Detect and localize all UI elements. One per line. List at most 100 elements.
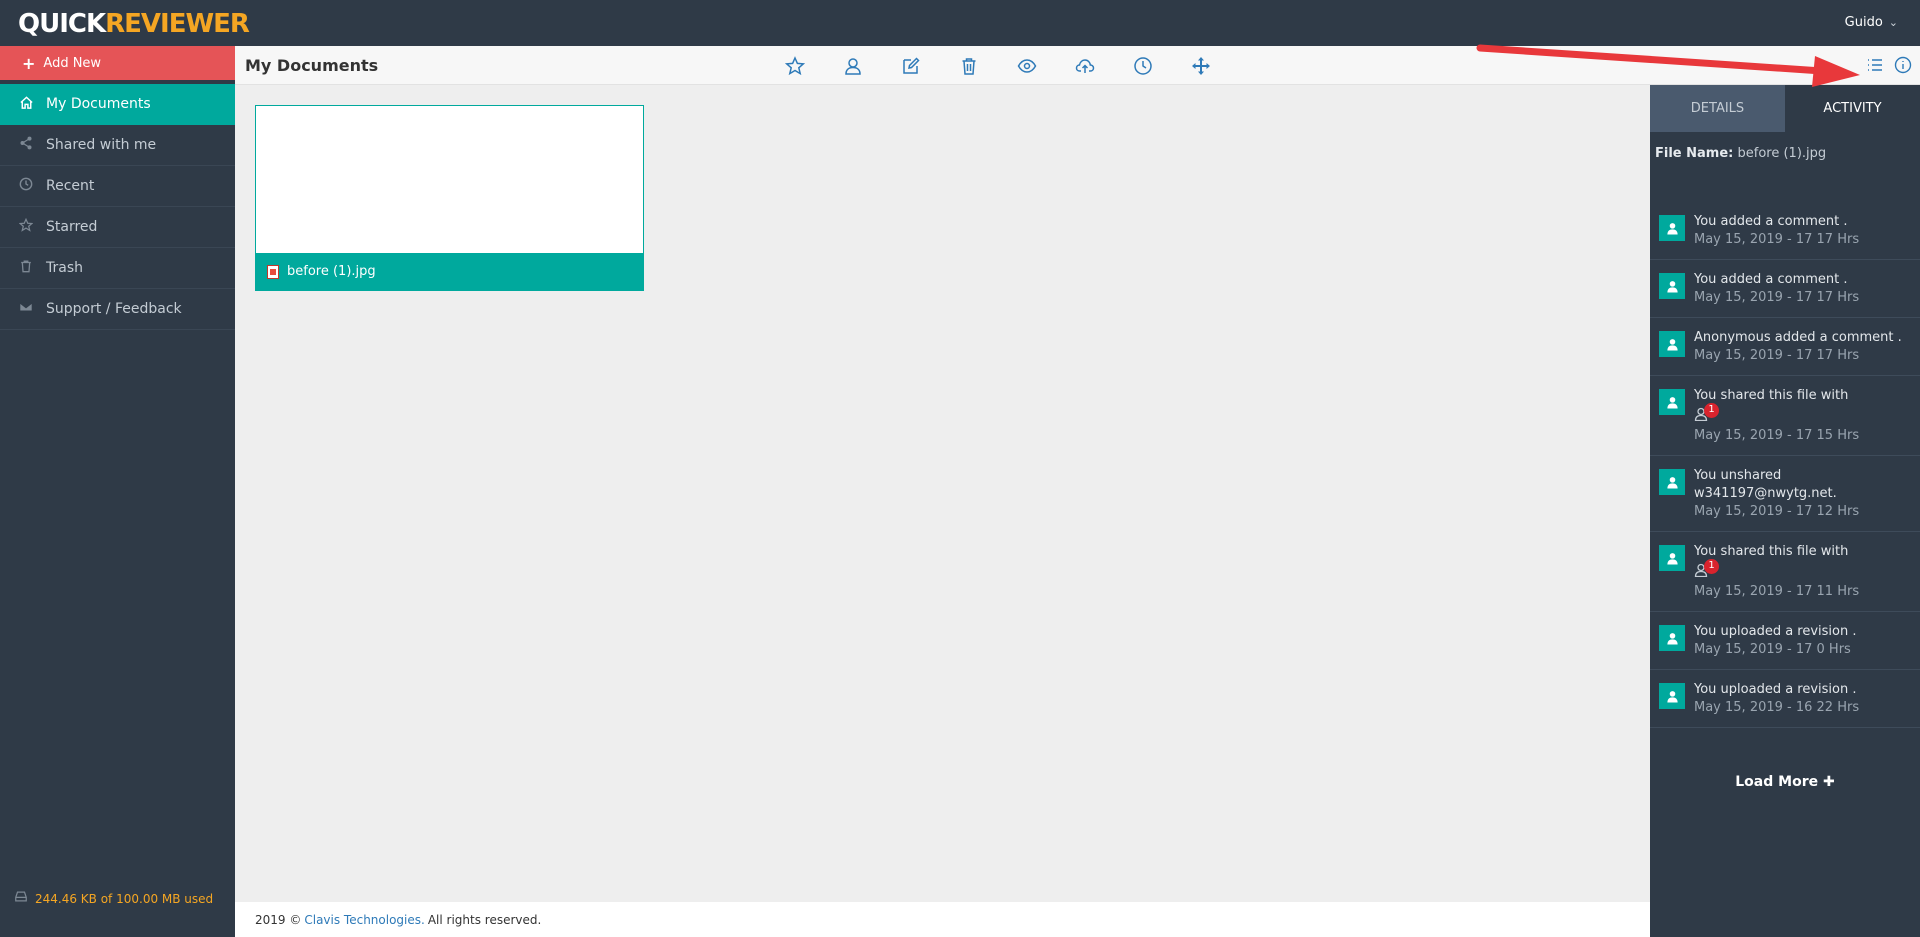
user-menu[interactable]: Guido ⌄	[1845, 15, 1898, 30]
load-more-button[interactable]: Load More ✚	[1650, 774, 1920, 790]
info-icon	[1894, 56, 1912, 74]
top-bar: QUICK REVIEWER Guido ⌄	[0, 0, 1920, 46]
activity-text: You added a comment .	[1694, 214, 1848, 229]
sidebar: + Add New My Documents Shared with me Re…	[0, 46, 235, 937]
history-button[interactable]	[1114, 52, 1172, 80]
storage-text: 244.46 KB of 100.00 MB used	[35, 891, 214, 906]
user-avatar-icon	[1659, 545, 1685, 571]
file-label[interactable]: before (1).jpg	[256, 253, 643, 290]
activity-item: You uploaded a revision . May 15, 2019 -…	[1650, 670, 1920, 728]
trash-icon	[962, 58, 976, 75]
add-new-label: Add New	[43, 55, 102, 71]
activity-item: You uploaded a revision . May 15, 2019 -…	[1650, 612, 1920, 670]
storage-usage: 244.46 KB of 100.00 MB used	[14, 890, 213, 907]
star-button[interactable]	[766, 52, 824, 80]
badge-count: 1	[1704, 402, 1719, 418]
activity-item: You added a comment . May 15, 2019 - 17 …	[1650, 202, 1920, 260]
sidebar-item-support-feedback[interactable]: Support / Feedback	[0, 289, 235, 330]
load-more-label: Load More	[1735, 774, 1819, 790]
star-icon	[785, 56, 805, 76]
edit-icon	[903, 57, 920, 74]
info-button[interactable]	[1894, 56, 1912, 78]
sidebar-item-trash[interactable]: Trash	[0, 248, 235, 289]
user-icon	[845, 58, 861, 75]
preview-button[interactable]	[998, 52, 1056, 80]
activity-text: You unshared w341197@nwytg.net.	[1694, 468, 1837, 501]
user-avatar-icon	[1659, 215, 1685, 241]
sidebar-item-label: Starred	[46, 219, 98, 235]
sidebar-item-my-documents[interactable]: My Documents	[0, 84, 235, 125]
user-avatar-icon	[1659, 389, 1685, 415]
clock-icon	[18, 177, 34, 195]
clock-icon	[1134, 57, 1152, 75]
trash-icon	[18, 259, 34, 277]
delete-button[interactable]	[940, 52, 998, 80]
sidebar-item-label: Support / Feedback	[46, 301, 182, 317]
shared-users-badge[interactable]: 1	[1694, 402, 1723, 423]
sidebar-item-shared-with-me[interactable]: Shared with me	[0, 125, 235, 166]
activity-text: You uploaded a revision .	[1694, 624, 1857, 639]
tab-details[interactable]: DETAILS	[1650, 85, 1785, 132]
envelope-icon	[18, 300, 34, 318]
plus-icon: ✚	[1822, 774, 1835, 790]
activity-time: May 15, 2019 - 17 11 Hrs	[1694, 584, 1860, 599]
page-title: My Documents	[245, 56, 379, 75]
sidebar-item-label: Trash	[46, 260, 83, 276]
logo-text-quick: QUICK	[18, 9, 106, 39]
star-icon	[18, 217, 34, 236]
view-controls	[1866, 56, 1912, 78]
company-link[interactable]: Clavis Technologies.	[304, 913, 424, 927]
move-icon	[1192, 57, 1210, 75]
activity-text: You added a comment .	[1694, 272, 1848, 287]
user-avatar-icon	[1659, 469, 1685, 495]
activity-time: May 15, 2019 - 17 17 Hrs	[1694, 348, 1860, 363]
sidebar-item-label: My Documents	[46, 96, 151, 112]
file-card[interactable]: before (1).jpg	[255, 105, 644, 291]
app-logo[interactable]: QUICK REVIEWER	[18, 9, 250, 39]
shared-users-badge[interactable]: 1	[1694, 558, 1723, 579]
user-avatar-icon	[1659, 273, 1685, 299]
badge-count: 1	[1704, 558, 1719, 574]
move-button[interactable]	[1172, 52, 1230, 80]
sidebar-nav: My Documents Shared with me Recent Starr…	[0, 84, 235, 330]
sidebar-item-starred[interactable]: Starred	[0, 207, 235, 248]
activity-time: May 15, 2019 - 17 12 Hrs	[1694, 504, 1860, 519]
edit-button[interactable]	[882, 52, 940, 80]
sidebar-item-label: Recent	[46, 178, 95, 194]
activity-text: You shared this file with	[1694, 544, 1849, 559]
share-user-button[interactable]	[824, 52, 882, 80]
content-header: My Documents	[235, 46, 1920, 85]
activity-time: May 15, 2019 - 17 0 Hrs	[1694, 642, 1851, 657]
sidebar-item-recent[interactable]: Recent	[0, 166, 235, 207]
activity-time: May 15, 2019 - 17 17 Hrs	[1694, 290, 1860, 305]
list-icon	[1868, 59, 1882, 71]
activity-item: You unshared w341197@nwytg.net. May 15, …	[1650, 456, 1920, 532]
eye-icon	[1017, 59, 1037, 73]
home-icon	[18, 95, 34, 114]
file-thumbnail[interactable]	[256, 106, 643, 253]
image-file-icon	[267, 264, 279, 279]
file-name: before (1).jpg	[287, 264, 376, 279]
activity-text: Anonymous added a comment .	[1694, 330, 1902, 345]
panel-tabs: DETAILS ACTIVITY	[1650, 85, 1920, 132]
footer-copyright: 2019 ©	[255, 912, 302, 927]
list-view-button[interactable]	[1866, 56, 1884, 78]
tab-activity[interactable]: ACTIVITY	[1785, 85, 1920, 132]
add-new-button[interactable]: + Add New	[0, 46, 235, 80]
activity-time: May 15, 2019 - 16 22 Hrs	[1694, 700, 1860, 715]
activity-time: May 15, 2019 - 17 15 Hrs	[1694, 428, 1860, 443]
footer-rights: All rights reserved.	[427, 912, 542, 927]
activity-list: You added a comment . May 15, 2019 - 17 …	[1650, 202, 1920, 728]
activity-item: Anonymous added a comment . May 15, 2019…	[1650, 318, 1920, 376]
activity-item: You added a comment . May 15, 2019 - 17 …	[1650, 260, 1920, 318]
activity-text: You uploaded a revision .	[1694, 682, 1857, 697]
file-name-row: File Name: before (1).jpg	[1650, 132, 1920, 202]
activity-item: You shared this file with 1 May 15, 2019…	[1650, 532, 1920, 612]
upload-revision-button[interactable]	[1056, 52, 1114, 80]
sidebar-item-label: Shared with me	[46, 137, 157, 153]
share-icon	[18, 136, 34, 154]
file-name-value: before (1).jpg	[1737, 146, 1827, 161]
user-name: Guido	[1844, 15, 1883, 30]
activity-time: May 15, 2019 - 17 17 Hrs	[1694, 232, 1860, 247]
activity-item: You shared this file with 1 May 15, 2019…	[1650, 376, 1920, 456]
